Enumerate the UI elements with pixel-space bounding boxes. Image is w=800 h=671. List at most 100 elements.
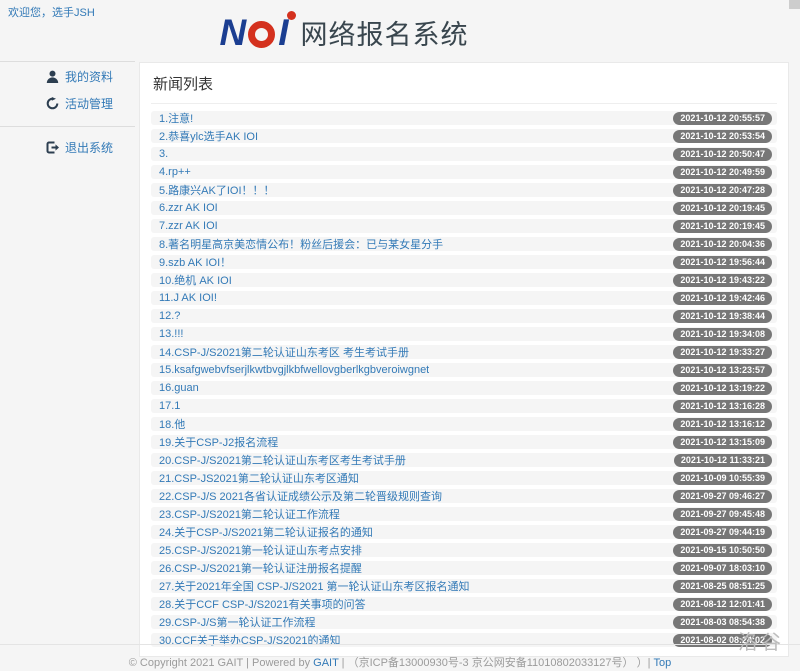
logo-letter-n: N [219, 14, 245, 51]
sidebar-divider [0, 126, 135, 127]
news-link[interactable]: 11.J AK IOI! [159, 292, 217, 304]
footer-top-link[interactable]: Top [654, 657, 672, 669]
footer-icp-text: | （京ICP备13000930号-3 京公网安备11010802033127号… [339, 657, 654, 669]
news-timestamp-badge: 2021-10-12 13:23:57 [673, 364, 772, 377]
news-link[interactable]: 20.CSP-J/S2021第二轮认证山东考区考生考试手册 [159, 452, 406, 468]
news-list-item: 5.路康兴AK了IOI！！！ 2021-10-12 20:47:28 [151, 183, 777, 197]
news-panel: 新闻列表 1.注意! 2021-10-12 20:55:57 2.恭喜ylc选手… [139, 62, 789, 657]
sidebar-item-logout[interactable]: 退出系统 [0, 133, 135, 160]
news-timestamp-badge: 2021-10-12 13:19:22 [673, 382, 772, 395]
news-link[interactable]: 27.关于2021年全国 CSP-J/S2021 第一轮认证山东考区报名通知 [159, 578, 470, 594]
sidebar-item-activities[interactable]: 活动管理 [0, 89, 135, 116]
news-timestamp-badge: 2021-10-12 20:50:47 [673, 148, 772, 161]
news-link[interactable]: 10.绝机 AK IOI [159, 272, 232, 288]
news-timestamp-badge: 2021-10-12 20:19:45 [673, 220, 772, 233]
news-timestamp-badge: 2021-09-27 09:46:27 [673, 490, 772, 503]
news-link[interactable]: 18.他 [159, 416, 185, 432]
news-list-item: 20.CSP-J/S2021第二轮认证山东考区考生考试手册 2021-10-12… [151, 453, 777, 467]
news-timestamp-badge: 2021-10-12 13:15:09 [673, 436, 772, 449]
news-list-item: 2.恭喜ylc选手AK IOI 2021-10-12 20:53:54 [151, 129, 777, 143]
news-timestamp-badge: 2021-09-27 09:44:19 [673, 526, 772, 539]
news-timestamp-badge: 2021-10-12 20:49:59 [673, 166, 772, 179]
activity-icon [46, 97, 59, 110]
news-link[interactable]: 25.CSP-J/S2021第一轮认证山东考点安排 [159, 542, 362, 558]
news-list-item: 6.zzr AK IOI 2021-10-12 20:19:45 [151, 201, 777, 215]
news-timestamp-badge: 2021-08-12 12:01:41 [673, 598, 772, 611]
news-timestamp-badge: 2021-10-12 11:33:21 [674, 454, 772, 467]
news-list-item: 25.CSP-J/S2021第一轮认证山东考点安排 2021-09-15 10:… [151, 543, 777, 557]
news-link[interactable]: 7.zzr AK IOI [159, 220, 218, 232]
news-timestamp-badge: 2021-10-12 20:19:45 [673, 202, 772, 215]
news-link[interactable]: 16.guan [159, 382, 199, 394]
news-list-item: 22.CSP-J/S 2021各省认证成绩公示及第二轮晋级规则查询 2021-0… [151, 489, 777, 503]
news-list-item: 18.他 2021-10-12 13:16:12 [151, 417, 777, 431]
news-link[interactable]: 19.关于CSP-J2报名流程 [159, 434, 278, 450]
news-timestamp-badge: 2021-10-12 19:43:22 [673, 274, 772, 287]
news-list-item: 3. 2021-10-12 20:50:47 [151, 147, 777, 161]
news-link[interactable]: 9.szb AK IOI！ [159, 254, 231, 270]
news-link[interactable]: 26.CSP-J/S2021第一轮认证注册报名提醒 [159, 560, 362, 576]
news-list-item: 16.guan 2021-10-12 13:19:22 [151, 381, 777, 395]
news-panel-title: 新闻列表 [151, 69, 777, 104]
news-link[interactable]: 17.1 [159, 400, 180, 412]
news-timestamp-badge: 2021-10-12 19:56:44 [673, 256, 772, 269]
news-timestamp-badge: 2021-10-12 19:33:27 [673, 346, 772, 359]
news-timestamp-badge: 2021-09-07 18:03:10 [673, 562, 772, 575]
news-list-item: 12.? 2021-10-12 19:38:44 [151, 309, 777, 323]
news-list-item: 9.szb AK IOI！ 2021-10-12 19:56:44 [151, 255, 777, 269]
news-timestamp-badge: 2021-09-27 09:45:48 [673, 508, 772, 521]
sidebar: 我的资料 活动管理 退出系统 [0, 61, 135, 160]
news-list-item: 15.ksafgwebvfserjlkwtbvgjlkbfwellovgberl… [151, 363, 777, 377]
logo-red-dot [287, 11, 296, 20]
news-list-item: 14.CSP-J/S2021第二轮认证山东考区 考生考试手册 2021-10-1… [151, 345, 777, 359]
sidebar-item-profile[interactable]: 我的资料 [0, 62, 135, 89]
news-list-item: 27.关于2021年全国 CSP-J/S2021 第一轮认证山东考区报名通知 2… [151, 579, 777, 593]
news-list-item: 11.J AK IOI! 2021-10-12 19:42:46 [151, 291, 777, 305]
news-link[interactable]: 14.CSP-J/S2021第二轮认证山东考区 考生考试手册 [159, 344, 409, 360]
news-timestamp-badge: 2021-10-12 20:47:28 [673, 184, 772, 197]
news-link[interactable]: 15.ksafgwebvfserjlkwtbvgjlkbfwellovgberl… [159, 364, 429, 376]
noi-logo-icon: N I [219, 14, 290, 51]
news-link[interactable]: 21.CSP-JS2021第二轮认证山东考区通知 [159, 470, 359, 486]
news-link[interactable]: 28.关于CCF CSP-J/S2021有关事项的问答 [159, 596, 366, 612]
news-list-item: 29.CSP-J/S第一轮认证工作流程 2021-08-03 08:54:38 [151, 615, 777, 629]
news-list-item: 4.rp++ 2021-10-12 20:49:59 [151, 165, 777, 179]
logo-ring-o [248, 21, 275, 48]
news-list-item: 26.CSP-J/S2021第一轮认证注册报名提醒 2021-09-07 18:… [151, 561, 777, 575]
news-list-item: 19.关于CSP-J2报名流程 2021-10-12 13:15:09 [151, 435, 777, 449]
news-list-item: 1.注意! 2021-10-12 20:55:57 [151, 111, 777, 125]
news-timestamp-badge: 2021-10-12 19:34:08 [673, 328, 772, 341]
news-link[interactable]: 29.CSP-J/S第一轮认证工作流程 [159, 614, 315, 630]
news-list-item: 17.1 2021-10-12 13:16:28 [151, 399, 777, 413]
news-list-item: 8.著名明星高京美恋情公布！粉丝后援会：已与某女星分手 2021-10-12 2… [151, 237, 777, 251]
news-list-item: 28.关于CCF CSP-J/S2021有关事项的问答 2021-08-12 1… [151, 597, 777, 611]
sidebar-item-label: 我的资料 [65, 68, 113, 85]
news-link[interactable]: 13.!!! [159, 328, 183, 340]
news-timestamp-badge: 2021-10-12 20:53:54 [673, 130, 772, 143]
news-link[interactable]: 6.zzr AK IOI [159, 202, 218, 214]
news-timestamp-badge: 2021-10-12 19:38:44 [673, 310, 772, 323]
news-timestamp-badge: 2021-08-25 08:51:25 [673, 580, 772, 593]
footer: © Copyright 2021 GAIT | Powered by GAIT … [0, 644, 800, 670]
news-link[interactable]: 8.著名明星高京美恋情公布！粉丝后援会：已与某女星分手 [159, 236, 443, 252]
news-link[interactable]: 1.注意! [159, 110, 193, 126]
news-link[interactable]: 2.恭喜ylc选手AK IOI [159, 128, 258, 144]
news-list-item: 23.CSP-J/S2021第二轮认证工作流程 2021-09-27 09:45… [151, 507, 777, 521]
footer-copyright-text: © Copyright 2021 GAIT | Powered by [129, 657, 313, 669]
header: N I 网络报名系统 [0, 6, 800, 58]
news-link[interactable]: 12.? [159, 310, 180, 322]
news-list-item: 21.CSP-JS2021第二轮认证山东考区通知 2021-10-09 10:5… [151, 471, 777, 485]
news-list-item: 24.关于CSP-J/S2021第二轮认证报名的通知 2021-09-27 09… [151, 525, 777, 539]
watermark-text: 洛谷 [738, 626, 784, 655]
news-timestamp-badge: 2021-10-12 13:16:28 [673, 400, 772, 413]
news-link[interactable]: 3. [159, 148, 168, 160]
news-link[interactable]: 22.CSP-J/S 2021各省认证成绩公示及第二轮晋级规则查询 [159, 488, 442, 504]
news-link[interactable]: 23.CSP-J/S2021第二轮认证工作流程 [159, 506, 340, 522]
user-icon [46, 70, 59, 83]
news-link[interactable]: 4.rp++ [159, 166, 191, 178]
footer-gait-link[interactable]: GAIT [313, 657, 338, 669]
news-timestamp-badge: 2021-10-12 20:04:36 [673, 238, 772, 251]
news-timestamp-badge: 2021-10-12 19:42:46 [673, 292, 772, 305]
news-link[interactable]: 5.路康兴AK了IOI！！！ [159, 182, 275, 198]
news-link[interactable]: 24.关于CSP-J/S2021第二轮认证报名的通知 [159, 524, 373, 540]
